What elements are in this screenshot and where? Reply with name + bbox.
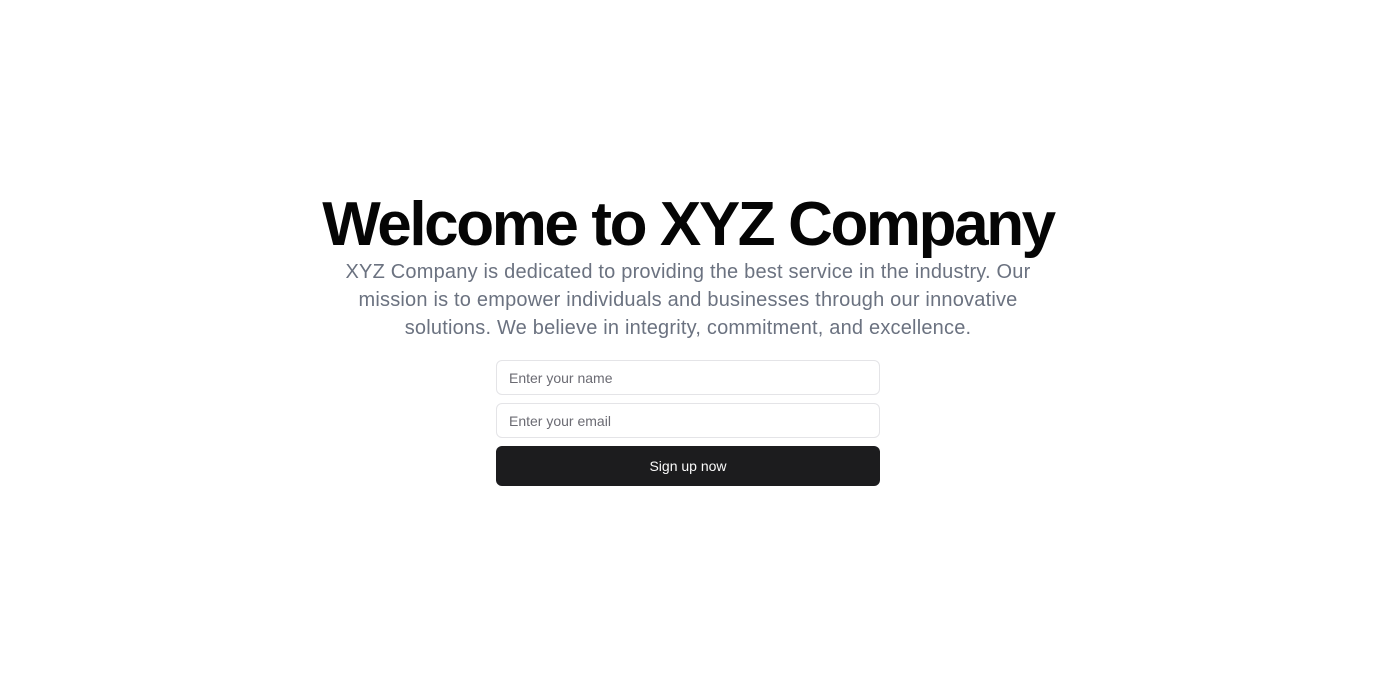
name-input[interactable]	[496, 360, 880, 395]
company-description: XYZ Company is dedicated to providing th…	[345, 261, 1031, 339]
email-input[interactable]	[496, 403, 880, 438]
sign-up-button[interactable]: Sign up now	[496, 446, 880, 486]
signup-form: Sign up now	[496, 360, 880, 486]
page-title: Welcome to XYZ Company	[322, 190, 1056, 259]
hero-section: Welcome to XYZ Company XYZ Company is de…	[0, 0, 1376, 678]
